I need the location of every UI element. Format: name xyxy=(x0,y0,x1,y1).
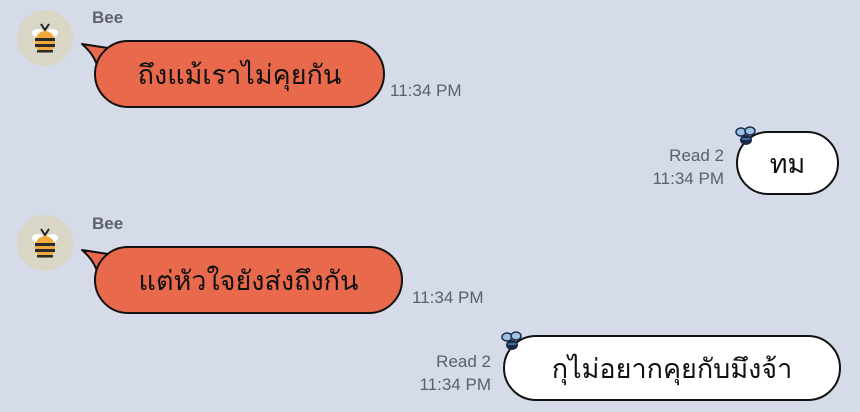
message-text: ทม xyxy=(769,148,806,180)
bee-sticker-icon xyxy=(501,331,522,350)
timestamp: 11:34 PM xyxy=(412,288,484,307)
message-bubble[interactable]: ถึงแม้เราไม่คุยกัน xyxy=(94,40,385,108)
avatar[interactable] xyxy=(17,215,73,271)
message-meta: 11:34 PM xyxy=(412,286,484,309)
message-bubble[interactable]: กุไม่อยากคุยกับมึงจ้า xyxy=(503,335,841,401)
bee-icon xyxy=(32,228,58,258)
read-receipt: Read 2 xyxy=(436,352,491,371)
timestamp: 11:34 PM xyxy=(419,375,491,394)
avatar[interactable] xyxy=(17,10,73,66)
message-text: ถึงแม้เราไม่คุยกัน xyxy=(137,59,342,91)
message-bubble[interactable]: แต่หัวใจยังส่งถึงกัน xyxy=(94,246,403,314)
timestamp: 11:34 PM xyxy=(390,81,462,100)
message-meta: Read 2 11:34 PM xyxy=(380,350,491,396)
bee-icon xyxy=(32,23,58,53)
message-meta: 11:34 PM xyxy=(390,79,462,102)
message-meta: Read 2 11:34 PM xyxy=(600,144,724,190)
message-text: กุไม่อยากคุยกับมึงจ้า xyxy=(551,353,793,385)
sender-name: Bee xyxy=(92,214,124,233)
sender-name: Bee xyxy=(92,8,124,27)
message-text: แต่หัวใจยังส่งถึงกัน xyxy=(138,265,359,297)
bee-sticker-icon xyxy=(735,126,756,145)
timestamp: 11:34 PM xyxy=(652,169,724,188)
read-receipt: Read 2 xyxy=(669,146,724,165)
